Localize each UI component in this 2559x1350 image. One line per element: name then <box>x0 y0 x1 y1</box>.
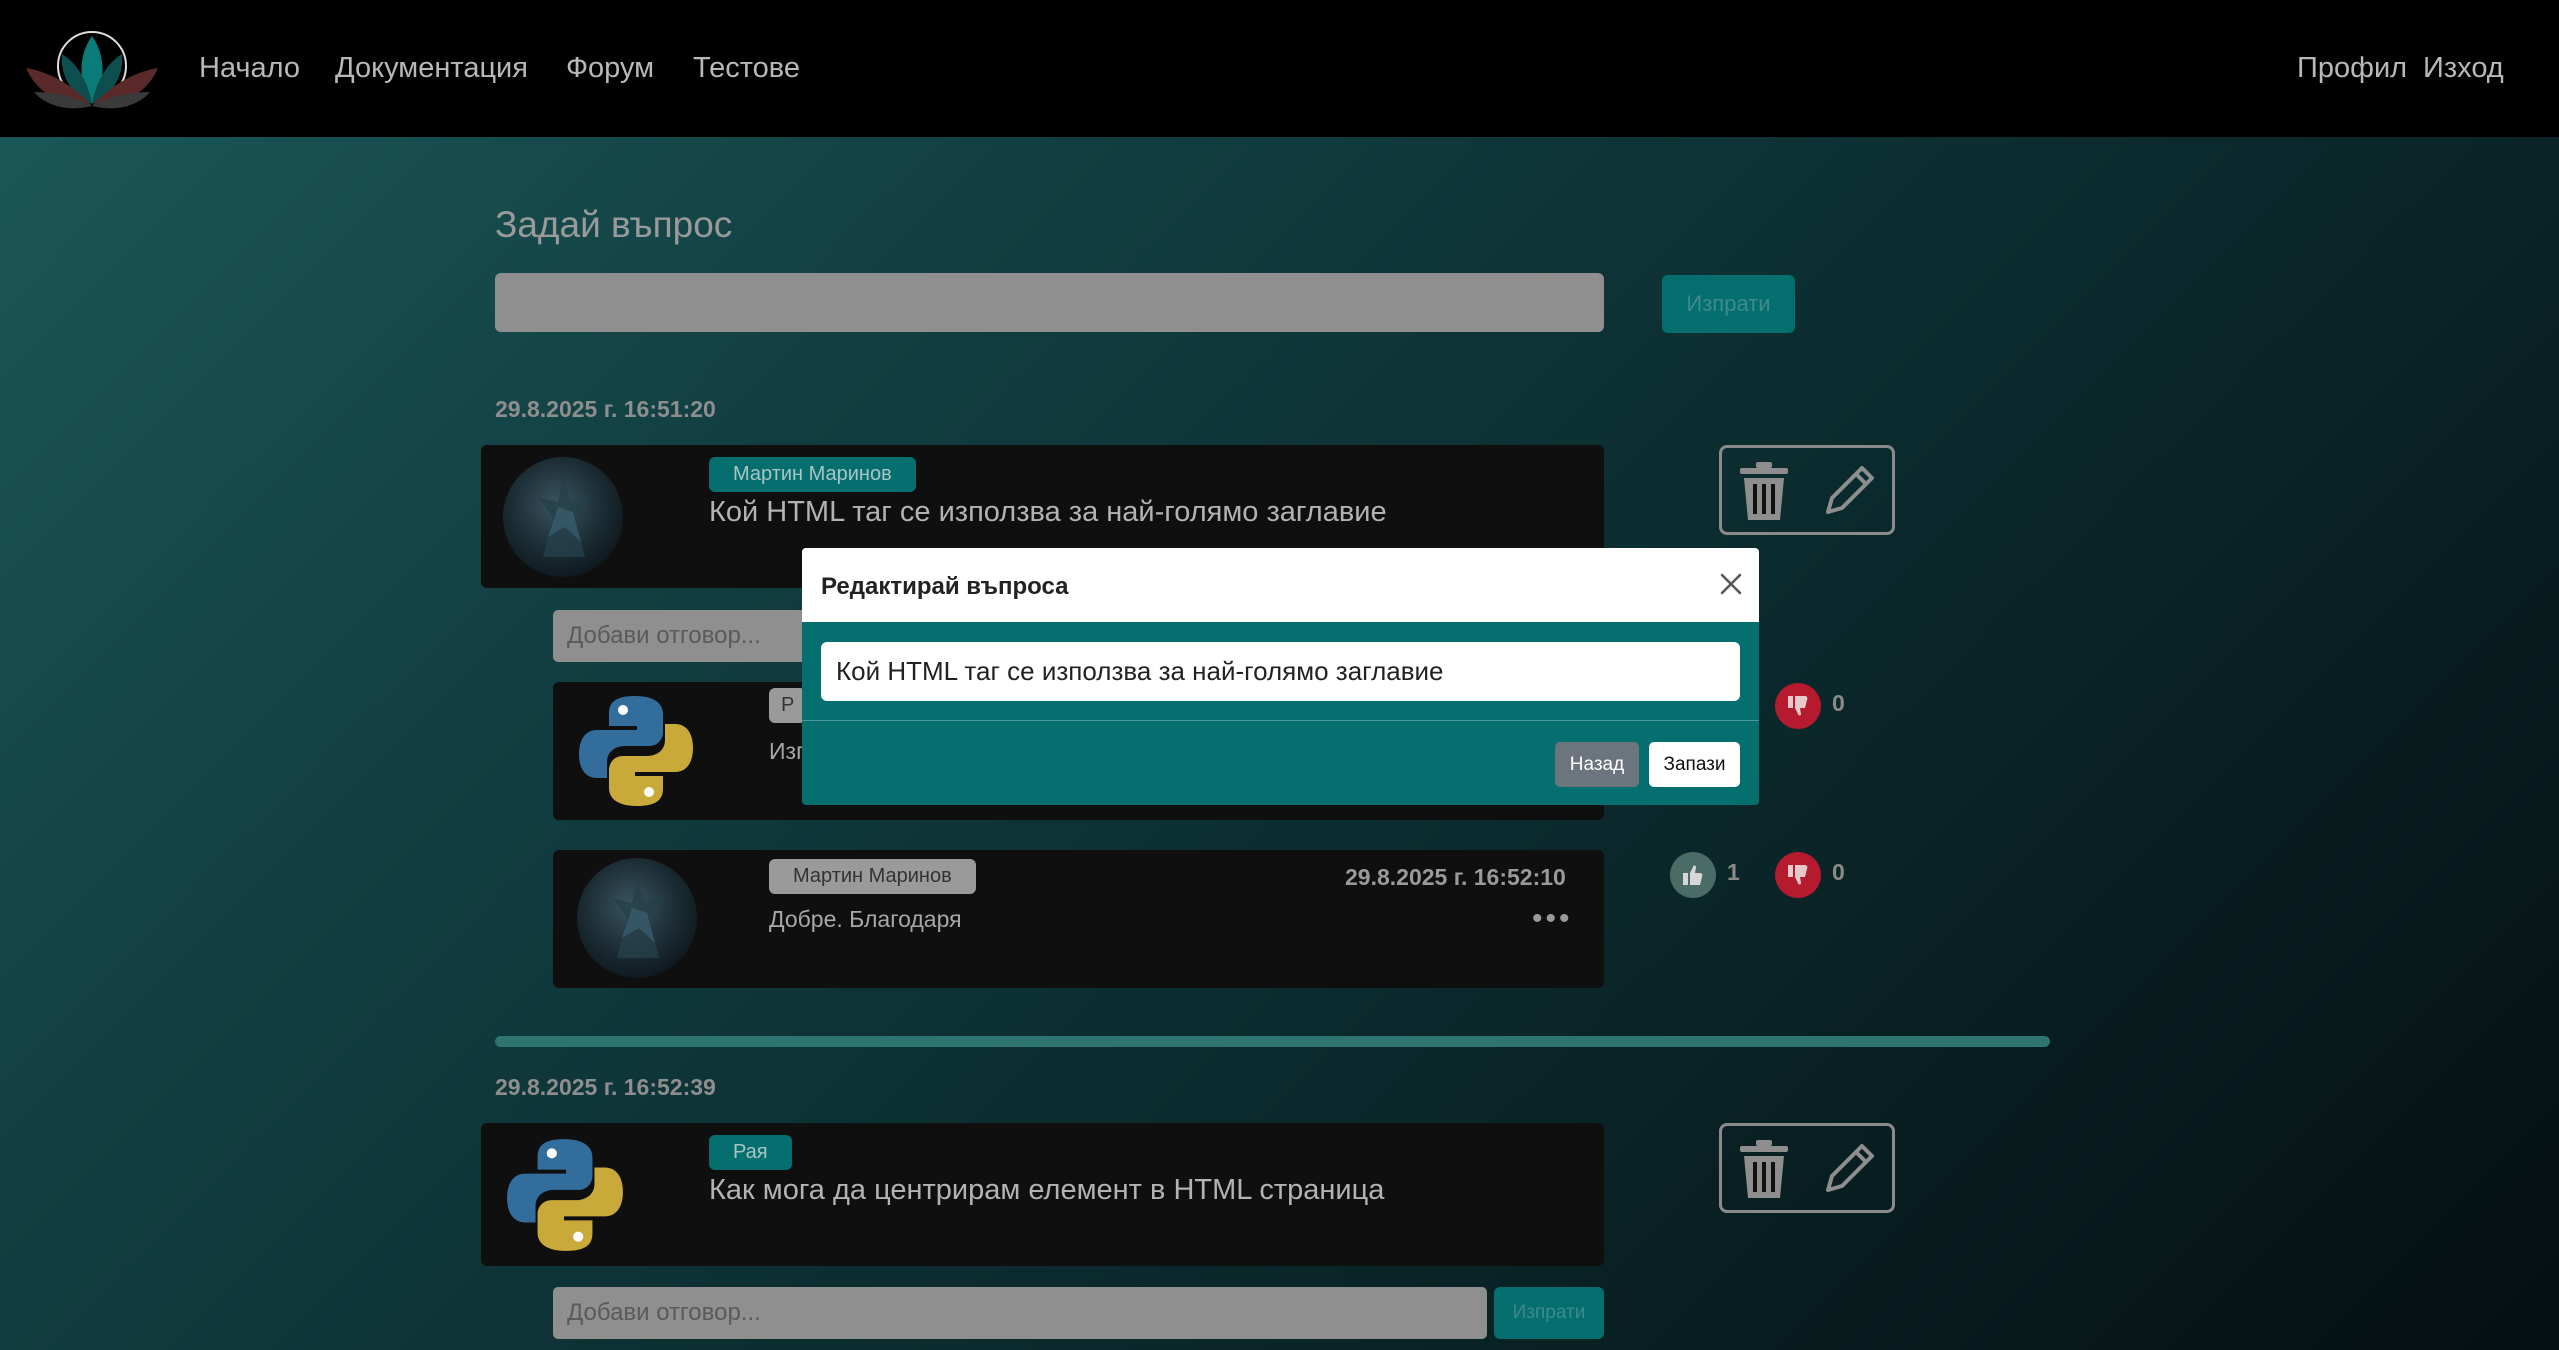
nav-link-docs[interactable]: Документация <box>335 52 528 85</box>
save-button[interactable]: Запази <box>1649 742 1740 787</box>
pencil-icon[interactable] <box>1822 1140 1878 1196</box>
python-logo-icon <box>507 1139 623 1251</box>
author-badge: Мартин Маринов <box>709 457 916 492</box>
question-timestamp: 29.8.2025 г. 16:52:39 <box>495 1074 716 1100</box>
modal-divider <box>802 720 1759 721</box>
edit-question-modal: Редактирай въпроса Назад Запази <box>802 548 1759 805</box>
pencil-icon[interactable] <box>1822 462 1878 518</box>
question-divider <box>495 1036 2050 1047</box>
author-badge: Р <box>769 688 807 723</box>
trash-icon[interactable] <box>1734 460 1794 522</box>
lotus-logo-icon[interactable] <box>22 26 162 114</box>
modal-header: Редактирай въпроса <box>802 548 1759 622</box>
dislike-button[interactable] <box>1775 852 1821 898</box>
like-count: 1 <box>1727 859 1740 885</box>
answer-card: Мартин Маринов 29.8.2025 г. 16:52:10 Доб… <box>553 850 1604 988</box>
user-avatar <box>577 858 697 978</box>
thumbs-down-icon <box>1788 865 1808 885</box>
question-card: Рая Как мога да центрирам елемент в HTML… <box>481 1123 1604 1266</box>
answer-timestamp: 29.8.2025 г. 16:52:10 <box>1345 864 1566 890</box>
answer-text: Добре. Благодаря <box>769 906 962 932</box>
reply-input[interactable] <box>553 1287 1487 1339</box>
nav-link-tests[interactable]: Тестове <box>693 52 800 85</box>
question-title: Как мога да центрирам елемент в HTML стр… <box>709 1174 1385 1206</box>
nav-link-profile[interactable]: Профил <box>2297 52 2407 85</box>
dislike-count: 0 <box>1832 859 1845 885</box>
question-timestamp: 29.8.2025 г. 16:51:20 <box>495 396 716 422</box>
dislike-count: 0 <box>1832 690 1845 716</box>
top-navbar: Начало Документация Форум Тестове Профил… <box>0 0 2559 137</box>
author-badge: Рая <box>709 1135 792 1170</box>
thumbs-down-icon <box>1788 696 1808 716</box>
more-options-icon[interactable]: ••• <box>1532 902 1573 936</box>
question-title: Кой HTML таг се използва за най-голямо з… <box>709 496 1387 528</box>
nav-link-forum[interactable]: Форум <box>566 52 654 85</box>
user-avatar <box>503 457 623 577</box>
ask-send-button[interactable]: Изпрати <box>1662 275 1795 333</box>
back-button[interactable]: Назад <box>1555 742 1639 787</box>
like-button[interactable] <box>1670 852 1716 898</box>
python-logo-icon <box>579 696 693 806</box>
question-actions <box>1719 1123 1895 1213</box>
dislike-button[interactable] <box>1775 683 1821 729</box>
author-badge: Мартин Маринов <box>769 859 976 894</box>
edit-question-input[interactable] <box>821 642 1740 701</box>
creature-avatar-icon <box>612 878 665 958</box>
trash-icon[interactable] <box>1734 1138 1794 1200</box>
ask-question-input[interactable] <box>495 273 1604 332</box>
thumbs-up-icon <box>1683 865 1703 885</box>
ask-question-heading: Задай въпрос <box>495 204 733 245</box>
creature-avatar-icon <box>538 477 591 557</box>
question-actions <box>1719 445 1895 535</box>
reply-send-button[interactable]: Изпрати <box>1494 1287 1604 1339</box>
nav-link-home[interactable]: Начало <box>199 52 300 85</box>
nav-link-logout[interactable]: Изход <box>2423 52 2504 85</box>
modal-title: Редактирай въпроса <box>821 573 1069 600</box>
close-icon[interactable] <box>1717 570 1745 598</box>
